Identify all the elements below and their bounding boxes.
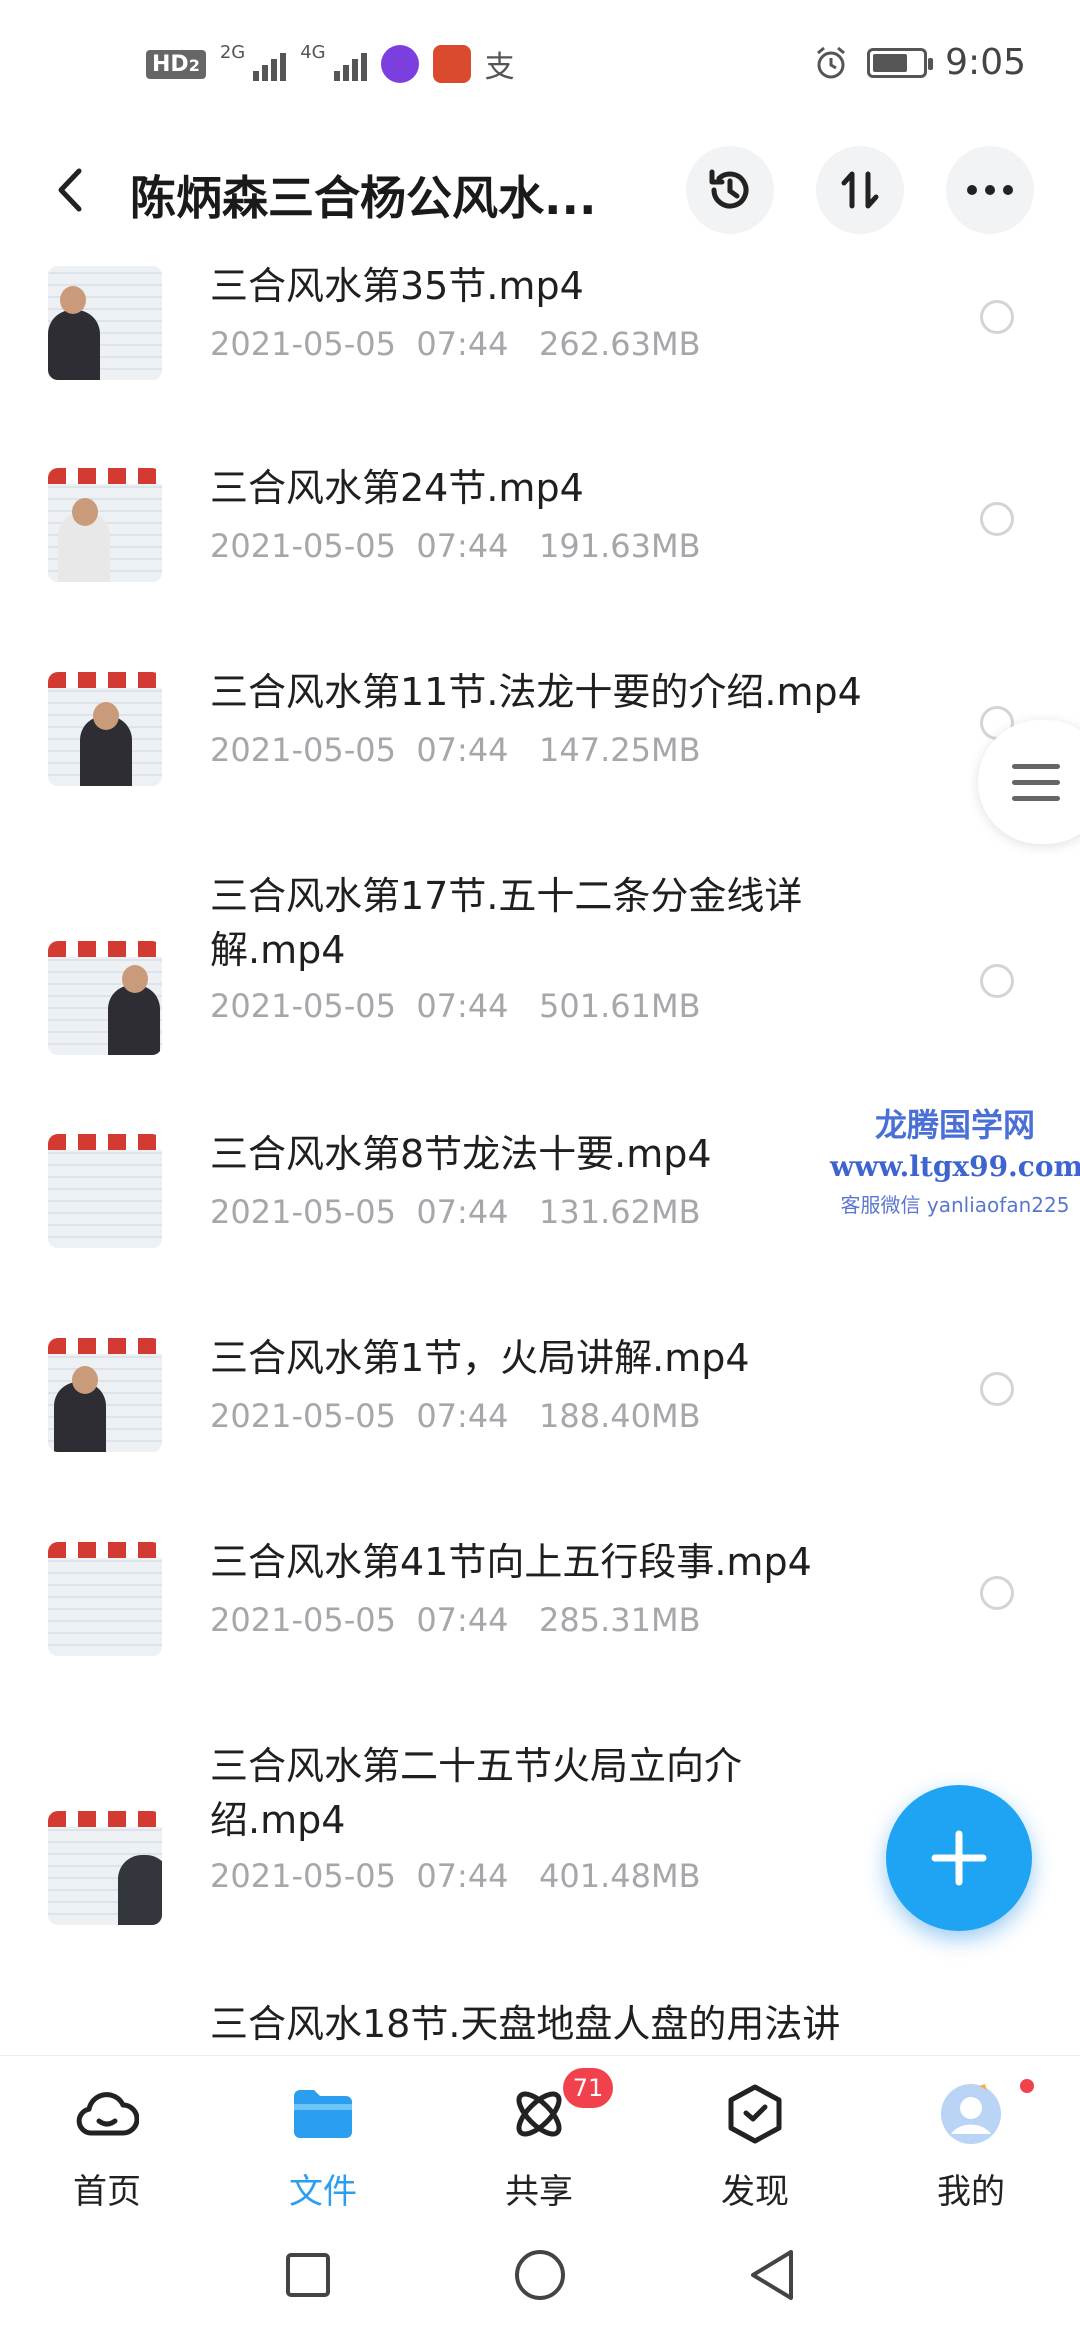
battery-icon [867, 47, 934, 78]
nav-home[interactable]: 首页 [27, 2082, 187, 2212]
file-meta: 2021-05-05 07:44 501.61MB [210, 987, 701, 1025]
list-item[interactable]: 三合风水第17节.五十二条分金线详解.mp4 2021-05-05 07:44 … [0, 863, 1080, 1121]
more-button[interactable] [946, 146, 1034, 234]
list-item[interactable]: 三合风水第1节，火局讲解.mp4 2021-05-05 07:44 188.40… [0, 1325, 1080, 1529]
folder-icon [291, 2082, 355, 2146]
file-name: 三合风水第35节.mp4 [210, 264, 584, 308]
atom-share-icon [507, 2082, 571, 2146]
select-radio[interactable] [980, 1372, 1014, 1406]
alarm-icon [817, 46, 846, 78]
nav-home-label: 首页 [73, 2172, 141, 2212]
discover-box-icon [723, 2082, 787, 2146]
nav-mine[interactable]: 我的 [891, 2076, 1051, 2212]
file-name: 三合风水第1节，火局讲解.mp4 [210, 1336, 750, 1380]
nav-discover-label: 发现 [721, 2172, 789, 2212]
recents-button[interactable] [278, 2245, 338, 2305]
add-fab-button[interactable] [886, 1785, 1032, 1931]
select-radio[interactable] [980, 964, 1014, 998]
network-type-4g: 4G [300, 42, 326, 63]
file-name: 三合风水第11节.法龙十要的介绍.mp4 [210, 670, 862, 714]
video-thumbnail [48, 468, 162, 582]
file-meta: 2021-05-05 07:44 147.25MB [210, 731, 701, 769]
list-item[interactable]: 三合风水第11节.法龙十要的介绍.mp4 2021-05-05 07:44 14… [0, 659, 1080, 863]
plus-icon [931, 1830, 987, 1886]
folder-title: 陈炳森三合杨公风水... [130, 171, 597, 225]
sort-button[interactable] [816, 146, 904, 234]
triangle-back-icon [751, 2250, 793, 2300]
watermark-title: 龙腾国学网 [874, 1106, 1035, 1144]
watermark-url: www.ltgx99.com [830, 1150, 1080, 1183]
network-type-2g: 2G [219, 42, 246, 63]
file-meta: 2021-05-05 07:44 188.40MB [210, 1397, 701, 1435]
system-back-button[interactable] [742, 2245, 802, 2305]
file-meta: 2021-05-05 07:44 285.31MB [210, 1601, 701, 1639]
nav-discover[interactable]: 发现 [675, 2082, 835, 2212]
watermark-contact: 客服微信 yanliaofan225 [840, 1193, 1070, 1217]
nav-mine-label: 我的 [937, 2172, 1005, 2212]
status-right: 9:05 [813, 42, 1026, 83]
history-icon [709, 169, 749, 209]
alipay-icon: 支 [484, 50, 515, 85]
video-thumbnail [48, 941, 162, 1055]
video-thumbnail [48, 1811, 162, 1925]
nav-files[interactable]: 文件 [243, 2082, 403, 2212]
select-radio[interactable] [980, 1576, 1014, 1610]
cloud-icon [75, 2082, 139, 2146]
list-item[interactable]: 三合风水18节.天盘地盘人盘的用法讲解.mp4 [0, 1991, 1080, 2055]
system-navigation [0, 2215, 1080, 2340]
file-name: 三合风水第24节.mp4 [210, 466, 584, 510]
history-button[interactable] [686, 146, 774, 234]
video-thumbnail [48, 672, 162, 786]
nav-share-label: 共享 [505, 2172, 573, 2212]
list-item[interactable]: 三合风水第24节.mp4 2021-05-05 07:44 191.63MB [0, 455, 1080, 659]
status-bar: HD2 2G 4G 支 9:05 [0, 0, 1080, 130]
file-name: 三合风水18节.天盘地盘人盘的用法讲解.mp4 [210, 2002, 841, 2046]
sort-icon [841, 171, 879, 209]
app-notification-icon [380, 45, 419, 83]
status-left: HD2 2G 4G 支 [146, 42, 515, 86]
select-radio[interactable] [980, 502, 1014, 536]
avatar-icon [939, 2082, 1003, 2146]
list-item[interactable]: 三合风水第41节向上五行段事.mp4 2021-05-05 07:44 285.… [0, 1529, 1080, 1733]
file-meta: 2021-05-05 07:44 401.48MB [210, 1857, 701, 1895]
share-badge: 71 [563, 2068, 613, 2108]
video-thumbnail [48, 1542, 162, 1656]
signal-icon [253, 47, 287, 81]
square-icon [286, 2253, 330, 2297]
file-meta: 2021-05-05 07:44 262.63MB [210, 325, 701, 363]
video-thumbnail [48, 266, 162, 380]
list-item[interactable]: 三合风水第35节.mp4 2021-05-05 07:44 262.63MB [0, 250, 1080, 455]
top-app-bar: 陈炳森三合杨公风水... [0, 130, 1080, 250]
app-notification-icon [432, 45, 471, 83]
nav-files-label: 文件 [289, 2172, 357, 2212]
select-radio[interactable] [980, 300, 1014, 334]
file-name: 三合风水第二十五节火局立向介绍.mp4 [210, 1744, 743, 1842]
circle-icon [515, 2250, 565, 2300]
more-icon [967, 185, 1013, 195]
chevron-left-icon [58, 168, 82, 212]
notification-dot [1017, 2076, 1037, 2096]
bottom-navigation: 首页 文件 71 共享 发现 我的 [0, 2055, 1080, 2215]
hd-indicator: HD2 [146, 49, 206, 79]
video-thumbnail [48, 1338, 162, 1452]
watermark: 龙腾国学网 www.ltgx99.com 客服微信 yanliaofan225 [830, 1100, 1080, 1218]
signal-icon [333, 47, 367, 81]
file-meta: 2021-05-05 07:44 191.63MB [210, 527, 701, 565]
home-button[interactable] [510, 2245, 570, 2305]
file-name: 三合风水第17节.五十二条分金线详解.mp4 [210, 874, 803, 972]
nav-share[interactable]: 71 共享 [459, 2068, 619, 2212]
clock: 9:05 [945, 42, 1026, 83]
file-name: 三合风水第41节向上五行段事.mp4 [210, 1540, 812, 1584]
file-meta: 2021-05-05 07:44 131.62MB [210, 1193, 701, 1231]
video-thumbnail [48, 1134, 162, 1248]
back-button[interactable] [40, 150, 100, 230]
